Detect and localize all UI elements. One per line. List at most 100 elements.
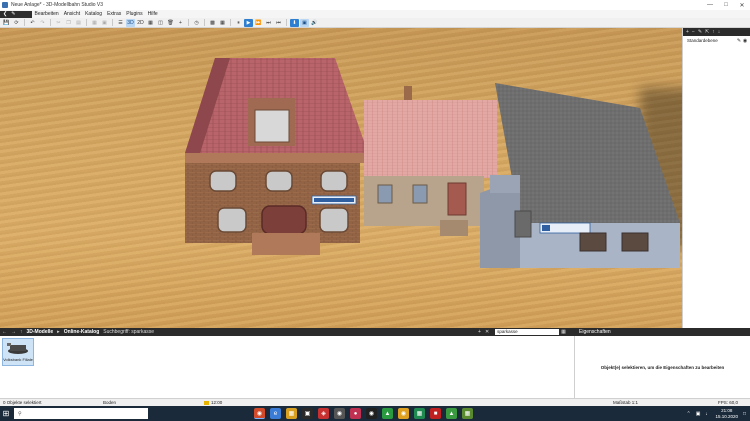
menu-ansicht[interactable]: Ansicht (61, 11, 82, 17)
item-label: Volksbank Filiale (3, 357, 33, 362)
pause-button[interactable]: ⏸ (234, 19, 243, 27)
group-icon[interactable]: ▦ (90, 19, 99, 27)
download-icon[interactable]: ⬇ (290, 18, 299, 27)
selection-status: 0 Objekte selektiert (3, 400, 42, 405)
catalog-header: ← → ↑ 3D-Modelle ▸ Online-Katalog Suchbe… (0, 328, 750, 336)
taskbar-app-icon[interactable]: ■ (430, 408, 441, 419)
menu-plugins[interactable]: Plugins (124, 11, 145, 17)
layer-name: Standardebene (687, 38, 718, 43)
layers-toolbar: + − ✎ ⇱ ↑ ↓ (683, 28, 750, 36)
taskbar-app-icon[interactable]: ▦ (414, 408, 425, 419)
taskbar-app-icon[interactable]: ◉ (254, 408, 265, 419)
edit-layer-icon[interactable]: ✎ (698, 29, 702, 35)
surface-status: Boden (103, 400, 117, 405)
taskbar-app-icon[interactable]: ◉ (334, 408, 345, 419)
view-3d-button[interactable]: 3D (126, 18, 135, 27)
store-icon[interactable]: ▣ (302, 408, 313, 419)
lock-layer-icon[interactable]: ⇱ (705, 29, 709, 35)
refresh-icon[interactable]: ⟳ (12, 19, 21, 27)
menu-katalog[interactable]: Katalog (83, 11, 105, 17)
taskbar-app-icon[interactable]: ◈ (318, 408, 329, 419)
notifications-icon[interactable]: □ (743, 411, 746, 417)
window-title: Neue Anlage* - 3D-Modellbahn Studio V3 (11, 2, 104, 8)
properties-title: Eigenschaften (579, 329, 611, 335)
taskbar-app-icon[interactable]: ● (350, 408, 361, 419)
windows-start-icon[interactable]: ⊞ (0, 406, 12, 421)
ungroup-icon[interactable]: ▣ (100, 19, 109, 27)
fast-forward-button[interactable]: ⏩ (254, 19, 263, 27)
chevron-up-icon[interactable]: ⌃ (687, 411, 691, 417)
list-icon[interactable]: ☰ (116, 19, 125, 27)
remove-layer-icon[interactable]: − (692, 29, 695, 35)
redo-button[interactable]: ↷ (38, 19, 47, 27)
taskbar-app-icon[interactable]: ▲ (446, 408, 457, 419)
camera-icon[interactable]: ▣ (300, 18, 309, 27)
close-button[interactable]: ✕ (734, 0, 750, 10)
minimize-button[interactable]: — (702, 0, 718, 10)
taskbar-app-icon[interactable]: e (270, 408, 281, 419)
add-layer-icon[interactable]: + (686, 29, 689, 35)
menu-bar: ❮ ✎ Bearbeiten Ansicht Katalog Extras Pl… (0, 10, 750, 18)
menu-extras[interactable]: Extras (105, 11, 124, 17)
menu-hilfe[interactable]: Hilfe (145, 11, 160, 17)
move-down-icon[interactable]: ↓ (718, 29, 721, 35)
taskbar-search-input[interactable]: ⚲ (14, 408, 148, 419)
skip-end-icon[interactable]: ⏮ (274, 19, 283, 27)
taskbar-app-icon[interactable]: ◉ (366, 408, 377, 419)
taskbar-app-icon[interactable]: ▲ (382, 408, 393, 419)
volume-button[interactable]: 🔊 (310, 19, 319, 27)
columns-icon[interactable]: ◫ (156, 19, 165, 27)
breadcrumb-online-catalog[interactable]: Online-Katalog (62, 329, 102, 335)
add-icon[interactable]: + (476, 329, 483, 335)
chrome-icon[interactable]: ◉ (398, 408, 409, 419)
search-caption: Suchbegriff: sparkasse (103, 329, 155, 335)
view-2d-button[interactable]: 2D (136, 19, 145, 27)
toolbar-separator (50, 19, 51, 26)
app-icon (2, 2, 8, 8)
folder-icon[interactable]: ▦ (286, 408, 297, 419)
close-icon[interactable]: ✕ (483, 329, 491, 335)
clock-icon[interactable]: ◷ (192, 19, 201, 27)
catalog-search-input[interactable]: sparkasse (495, 329, 560, 335)
speaker-icon[interactable]: ♩ (705, 411, 710, 417)
copy-icon[interactable]: ❐ (64, 19, 73, 27)
move-up-icon[interactable]: ↑ (712, 29, 715, 35)
toolbar: 💾 ⟳ ↶ ↷ ✂ ❐ ▤ ▦ ▣ ☰ 3D 2D ▦ ◫ 🗑 + ◷ ▩ ▦ … (0, 18, 750, 28)
back-arrow-icon[interactable]: ❮ (3, 11, 7, 17)
catalog-item[interactable]: Volksbank Filiale (2, 338, 34, 366)
toolbar-separator (286, 19, 287, 26)
play-button[interactable]: ▶ (244, 18, 253, 27)
save-button[interactable]: 💾 (2, 19, 11, 27)
toolbar-separator (230, 19, 231, 26)
cut-icon[interactable]: ✂ (54, 19, 63, 27)
layout-icon[interactable]: ▩ (208, 19, 217, 27)
undo-button[interactable]: ↶ (28, 19, 37, 27)
taskbar-app-icon[interactable]: ▦ (462, 408, 473, 419)
item-thumbnail (7, 343, 28, 354)
search-icon: ⚲ (18, 410, 22, 417)
paste-icon[interactable]: ▤ (74, 19, 83, 27)
toolbar-separator (86, 19, 87, 26)
toolbar-separator (24, 19, 25, 26)
layer-item[interactable]: Standardebene ✎ ◉ (683, 36, 750, 45)
menu-bearbeiten[interactable]: Bearbeiten (32, 11, 61, 17)
network-icon[interactable]: ▣ (696, 411, 701, 417)
scale-status: Maßstab 1:1 (613, 400, 639, 405)
forward-arrow-icon[interactable]: → (9, 329, 18, 335)
edit-pencil-icon[interactable]: ✎ (11, 11, 15, 17)
taskbar-clock[interactable]: 21:08 15.10.2020 (715, 408, 738, 419)
grid-view-icon[interactable]: ▦ (559, 329, 568, 335)
trash-icon[interactable]: 🗑 (166, 19, 175, 27)
breadcrumb-models[interactable]: 3D-Modelle (25, 329, 56, 335)
maximize-button[interactable]: □ (718, 0, 734, 10)
visibility-eye-icon[interactable]: ◉ (742, 38, 748, 44)
nav-buttons: ❮ ✎ (0, 10, 32, 18)
skip-forward-icon[interactable]: ⏭ (264, 19, 273, 27)
middle-wing-roof (364, 100, 497, 178)
add-icon[interactable]: + (176, 19, 185, 27)
table-icon[interactable]: ▦ (218, 19, 227, 27)
3d-viewport[interactable] (0, 28, 682, 328)
station-scene (185, 58, 680, 268)
grid-icon[interactable]: ▦ (146, 19, 155, 27)
back-arrow-icon[interactable]: ← (0, 329, 9, 335)
